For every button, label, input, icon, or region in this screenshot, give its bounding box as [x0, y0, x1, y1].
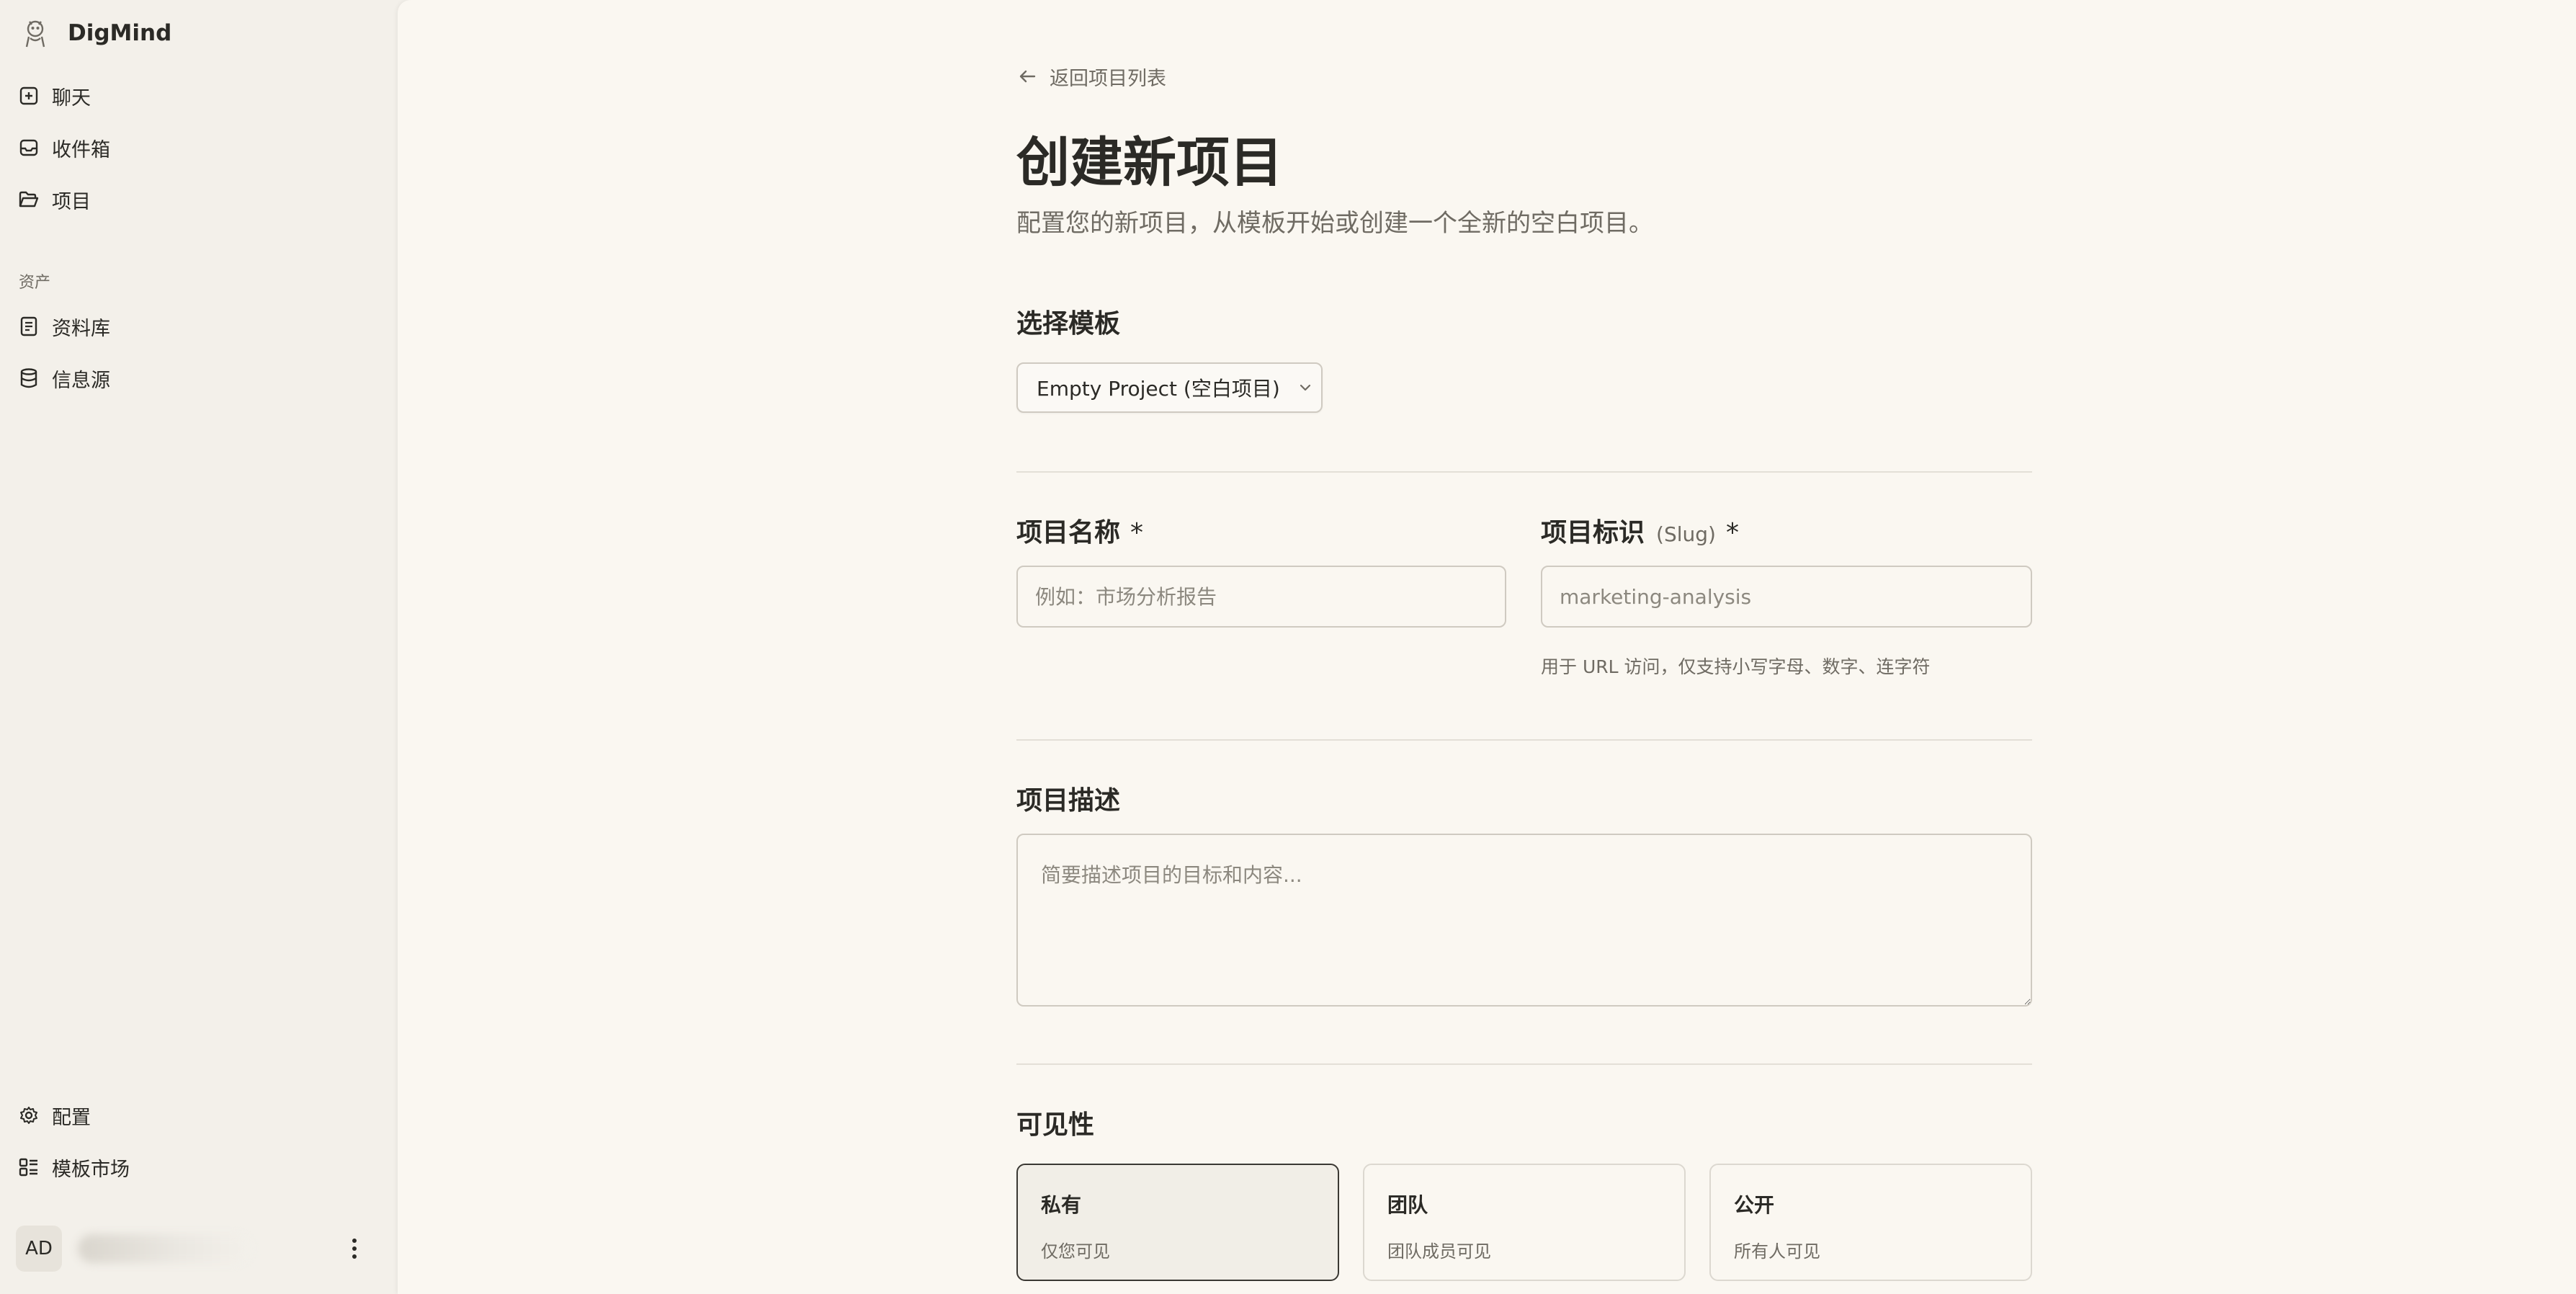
sidebar-item-label: 项目 — [52, 190, 91, 213]
sidebar-item-label: 收件箱 — [52, 138, 110, 161]
visibility-option-title: 私有 — [1041, 1193, 1082, 1217]
sidebar-item-label: 资料库 — [52, 317, 110, 340]
assets-section-label: 资产 — [19, 274, 51, 292]
sidebar-item-sources[interactable]: 信息源 — [19, 358, 379, 398]
divider — [1016, 1063, 2032, 1065]
visibility-option-title: 团队 — [1387, 1193, 1428, 1217]
visibility-section-title: 可见性 — [1016, 1110, 1095, 1140]
sidebar: DigMind 聊天 收件箱 项目 资产 资料库 信息源 配置 模板市场 AD — [0, 0, 395, 1294]
project-description-textarea[interactable] — [1016, 834, 2032, 1007]
visibility-option-public[interactable]: 公开 所有人可见 — [1709, 1164, 2032, 1281]
user-name-redacted — [78, 1234, 251, 1263]
template-grid-icon — [19, 1157, 39, 1177]
template-select-value: Empty Project (空白项目) — [1037, 377, 1280, 401]
digmind-logo-icon — [19, 17, 52, 50]
project-slug-label-text: 项目标识 — [1541, 518, 1645, 548]
sidebar-item-projects[interactable]: 项目 — [19, 179, 379, 220]
folder-open-icon — [19, 189, 39, 210]
gear-icon — [19, 1105, 39, 1125]
divider — [1016, 739, 2032, 741]
slug-helper-text: 用于 URL 访问，仅支持小写字母、数字、连字符 — [1541, 656, 1931, 677]
brand[interactable]: DigMind — [19, 12, 171, 55]
visibility-option-desc: 仅您可见 — [1041, 1241, 1110, 1262]
inbox-icon — [19, 138, 39, 158]
back-link-label: 返回项目列表 — [1050, 67, 1166, 90]
visibility-option-desc: 所有人可见 — [1734, 1241, 1820, 1262]
project-name-label-text: 项目名称 — [1016, 518, 1121, 548]
plus-square-icon — [19, 86, 39, 106]
sidebar-item-inbox[interactable]: 收件箱 — [19, 128, 379, 168]
visibility-option-desc: 团队成员可见 — [1387, 1241, 1491, 1262]
sidebar-item-template-market[interactable]: 模板市场 — [19, 1147, 379, 1187]
sidebar-item-label: 聊天 — [52, 86, 91, 110]
sidebar-item-settings[interactable]: 配置 — [19, 1095, 379, 1135]
more-vertical-icon[interactable] — [340, 1232, 369, 1265]
user-profile[interactable]: AD — [16, 1225, 369, 1272]
slug-hint: (Slug) — [1656, 522, 1716, 546]
avatar[interactable]: AD — [16, 1226, 62, 1272]
back-to-projects-link[interactable]: 返回项目列表 — [1016, 62, 1166, 91]
brand-name: DigMind — [68, 20, 172, 46]
chevron-down-icon — [1296, 378, 1315, 397]
project-name-input[interactable] — [1016, 566, 1506, 628]
required-marker: * — [1725, 518, 1739, 548]
project-slug-label: 项目标识 (Slug) * — [1541, 512, 1739, 549]
template-section-title: 选择模板 — [1016, 309, 1121, 339]
project-slug-input[interactable] — [1541, 566, 2032, 628]
arrow-left-icon — [1016, 66, 1038, 87]
sidebar-item-label: 信息源 — [52, 369, 110, 392]
sidebar-item-library[interactable]: 资料库 — [19, 306, 379, 347]
visibility-option-title: 公开 — [1734, 1193, 1775, 1217]
sidebar-item-label: 配置 — [52, 1106, 91, 1129]
divider — [1016, 471, 2032, 473]
main-panel: 返回项目列表 创建新项目 配置您的新项目，从模板开始或创建一个全新的空白项目。 … — [398, 0, 2576, 1294]
template-select[interactable]: Empty Project (空白项目) — [1016, 362, 1323, 413]
sidebar-item-chat[interactable]: 聊天 — [19, 76, 379, 116]
visibility-option-team[interactable]: 团队 团队成员可见 — [1363, 1164, 1686, 1281]
book-icon — [19, 316, 39, 336]
required-marker: * — [1130, 518, 1144, 548]
visibility-option-private[interactable]: 私有 仅您可见 — [1016, 1164, 1339, 1281]
app-window: DigMind 聊天 收件箱 项目 资产 资料库 信息源 配置 模板市场 AD … — [0, 0, 2576, 1294]
page-title: 创建新项目 — [1016, 132, 1283, 194]
project-description-label: 项目描述 — [1016, 786, 1121, 816]
page-subtitle: 配置您的新项目，从模板开始或创建一个全新的空白项目。 — [1016, 209, 1653, 238]
sidebar-item-label: 模板市场 — [52, 1158, 130, 1181]
project-name-label: 项目名称 * — [1016, 512, 1143, 549]
database-icon — [19, 368, 39, 388]
